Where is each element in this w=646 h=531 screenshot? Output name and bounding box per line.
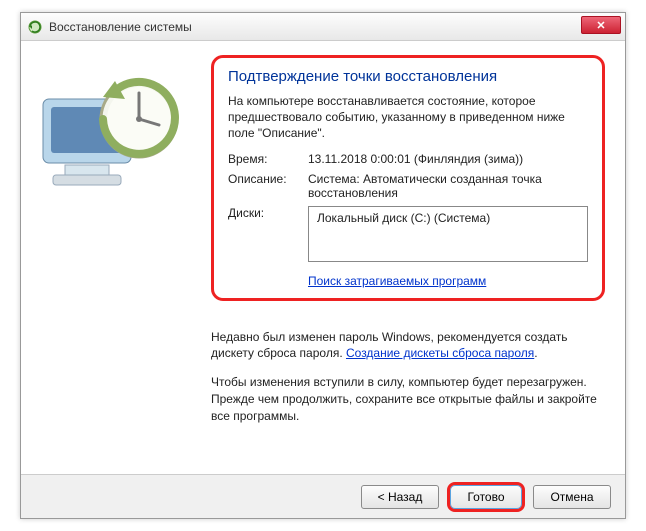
restore-illustration — [31, 59, 191, 219]
create-password-reset-disk-link[interactable]: Создание дискеты сброса пароля — [346, 346, 534, 360]
titlebar: Восстановление системы ✕ — [21, 13, 625, 41]
window-title: Восстановление системы — [49, 20, 192, 34]
right-pane: Подтверждение точки восстановления На ко… — [211, 41, 625, 474]
close-button[interactable]: ✕ — [581, 16, 621, 34]
password-note-dot: . — [534, 346, 537, 360]
description-label: Описание: — [228, 172, 308, 200]
description-value: Система: Автоматически созданная точка в… — [308, 172, 588, 200]
cancel-button[interactable]: Отмена — [533, 485, 611, 509]
footer: < Назад Готово Отмена — [21, 474, 625, 518]
cancel-button-label: Отмена — [550, 490, 593, 504]
time-value: 13.11.2018 0:00:01 (Финляндия (зима)) — [308, 152, 588, 166]
intro-text: На компьютере восстанавливается состояни… — [228, 93, 588, 142]
scan-link-row: Поиск затрагиваемых программ — [308, 274, 588, 288]
scan-affected-programs-link[interactable]: Поиск затрагиваемых программ — [308, 274, 486, 288]
disks-listbox[interactable]: Локальный диск (C:) (Система) — [308, 206, 588, 262]
disks-label: Диски: — [228, 206, 308, 268]
app-icon — [27, 19, 43, 35]
reboot-note: Чтобы изменения вступили в силу, компьют… — [211, 374, 605, 424]
password-note: Недавно был изменен пароль Windows, реко… — [211, 329, 605, 363]
disks-row: Диски: Локальный диск (C:) (Система) — [228, 206, 588, 268]
confirmation-panel: Подтверждение точки восстановления На ко… — [211, 55, 605, 301]
window-body: Подтверждение точки восстановления На ко… — [21, 41, 625, 474]
disks-value-wrap: Локальный диск (C:) (Система) — [308, 206, 588, 268]
disks-item: Локальный диск (C:) (Система) — [317, 211, 490, 225]
back-button[interactable]: < Назад — [361, 485, 439, 509]
heading: Подтверждение точки восстановления — [228, 68, 588, 85]
left-pane — [21, 41, 211, 474]
time-label: Время: — [228, 152, 308, 166]
close-icon: ✕ — [596, 19, 605, 32]
description-row: Описание: Система: Автоматически созданн… — [228, 172, 588, 200]
time-row: Время: 13.11.2018 0:00:01 (Финляндия (зи… — [228, 152, 588, 166]
back-button-label: < Назад — [378, 490, 423, 504]
system-restore-window: Восстановление системы ✕ — [20, 12, 626, 519]
finish-button[interactable]: Готово — [447, 482, 525, 512]
finish-button-label: Готово — [467, 490, 504, 504]
